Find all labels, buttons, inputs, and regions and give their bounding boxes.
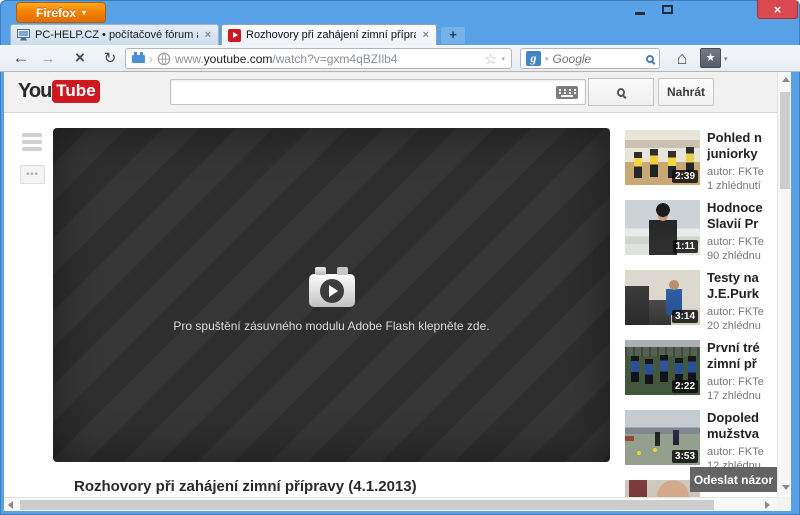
home-button[interactable]: ⌂ bbox=[670, 46, 694, 71]
youtube-search-input[interactable] bbox=[170, 79, 586, 105]
tab-pc-help[interactable]: PC-HELP.CZ • počítačové fórum a pc... × bbox=[10, 24, 219, 45]
search-engine-dropdown-icon[interactable]: ▾ bbox=[545, 55, 549, 63]
new-tab-button[interactable]: + bbox=[441, 27, 465, 44]
globe-icon bbox=[157, 52, 171, 65]
search-icon[interactable] bbox=[646, 54, 654, 63]
related-video-item[interactable]: 2:22 První tré zimní př autor: FKTe 17 z… bbox=[625, 340, 791, 402]
back-button[interactable]: ← bbox=[8, 45, 34, 71]
url-bar[interactable]: › www.youtube.com/watch?v=gxm4qBZIlb4 ☆ … bbox=[125, 48, 512, 69]
forward-button[interactable]: → bbox=[36, 45, 60, 71]
related-video-item[interactable]: 1:11 Hodnoce Slavií Pr autor: FKTe 90 zh… bbox=[625, 200, 791, 262]
close-icon: × bbox=[773, 1, 782, 17]
bookmark-star-icon[interactable]: ☆ bbox=[484, 50, 497, 68]
tab-title: Rozhovory při zahájení zimní přípravy... bbox=[246, 29, 416, 41]
google-favicon-icon[interactable]: g bbox=[526, 51, 541, 66]
duration-badge: 3:14 bbox=[671, 310, 698, 323]
duration-badge: 2:39 bbox=[671, 170, 698, 183]
scroll-up-icon[interactable] bbox=[782, 77, 790, 82]
url-domain: youtube.com bbox=[203, 51, 273, 66]
url-www: www. bbox=[175, 51, 204, 66]
url-path: /watch?v=gxm4qBZIlb4 bbox=[272, 51, 398, 66]
navigation-toolbar: ← → × ↻ › www.youtube.com/watch?v=gxm4qB… bbox=[0, 45, 800, 72]
maximize-icon bbox=[661, 5, 673, 14]
urlbar-dropdown-icon[interactable]: ▾ bbox=[501, 55, 505, 63]
scroll-down-icon[interactable] bbox=[782, 485, 790, 490]
duration-badge: 1:11 bbox=[672, 240, 698, 253]
search-input[interactable] bbox=[552, 51, 642, 66]
monitor-favicon-icon bbox=[17, 29, 30, 41]
titlebar: Firefox ▾ × bbox=[0, 0, 800, 24]
guide-expand-button[interactable]: ••• bbox=[20, 165, 45, 184]
guide-menu-icon[interactable] bbox=[22, 133, 42, 154]
duration-badge: 3:53 bbox=[671, 450, 698, 463]
scrollbar-corner bbox=[777, 497, 791, 511]
browser-window: Firefox ▾ × PC-HELP.CZ • počítačové fóru… bbox=[0, 0, 800, 515]
bookmarks-menu-button[interactable]: ★ bbox=[700, 48, 721, 68]
scroll-right-icon[interactable] bbox=[765, 501, 770, 509]
play-icon bbox=[319, 278, 344, 303]
maximize-button[interactable] bbox=[655, 0, 679, 19]
minimize-button[interactable] bbox=[628, 0, 652, 19]
chevron-right-icon: › bbox=[149, 51, 153, 66]
logo-tube: Tube bbox=[52, 80, 100, 103]
youtube-favicon-icon bbox=[228, 28, 241, 42]
bookmarks-dropdown-icon[interactable]: ▾ bbox=[724, 55, 728, 63]
duration-badge: 2:22 bbox=[671, 380, 698, 393]
tab-close-icon[interactable]: × bbox=[203, 29, 213, 41]
horizontal-scrollbar-thumb[interactable] bbox=[20, 500, 714, 510]
related-video-item[interactable]: 3:14 Testy na J.E.Purk autor: FKTe 20 zh… bbox=[625, 270, 791, 332]
tab-strip: PC-HELP.CZ • počítačové fórum a pc... × … bbox=[0, 24, 800, 45]
flash-activation-area[interactable]: Pro spuštění zásuvného modulu Adobe Flas… bbox=[53, 267, 610, 333]
tab-close-icon[interactable]: × bbox=[421, 29, 431, 41]
firefox-menu-button[interactable]: Firefox ▾ bbox=[16, 2, 106, 23]
vertical-scrollbar[interactable] bbox=[777, 72, 791, 497]
video-title: Rozhovory při zahájení zimní přípravy (4… bbox=[74, 478, 417, 495]
youtube-search-button[interactable] bbox=[588, 78, 654, 106]
reload-button[interactable]: ↻ bbox=[98, 45, 122, 71]
url-text[interactable]: www.youtube.com/watch?v=gxm4qBZIlb4 bbox=[175, 52, 480, 66]
logo-you: You bbox=[18, 80, 52, 102]
flash-message[interactable]: Pro spuštění zásuvného modulu Adobe Flas… bbox=[173, 319, 489, 333]
tab-title: PC-HELP.CZ • počítačové fórum a pc... bbox=[35, 29, 198, 41]
feedback-button[interactable]: Odeslat názor bbox=[690, 467, 777, 492]
youtube-logo[interactable]: You Tube bbox=[18, 80, 100, 103]
related-video-item[interactable]: 2:39 Pohled n juniorky autor: FKTe 1 zhl… bbox=[625, 130, 791, 192]
search-box[interactable]: g ▾ bbox=[520, 48, 660, 69]
plugin-notification-icon[interactable] bbox=[132, 51, 145, 63]
video-thumbnail[interactable]: 1:11 bbox=[625, 200, 700, 255]
horizontal-scrollbar[interactable] bbox=[4, 497, 777, 511]
video-player[interactable]: Pro spuštění zásuvného modulu Adobe Flas… bbox=[53, 128, 610, 462]
close-button[interactable]: × bbox=[757, 0, 798, 19]
video-thumbnail[interactable]: 3:53 bbox=[625, 410, 700, 465]
flash-plugin-icon[interactable] bbox=[308, 267, 355, 307]
tab-youtube-active[interactable]: Rozhovory při zahájení zimní přípravy...… bbox=[221, 24, 437, 45]
search-icon bbox=[617, 87, 625, 97]
firefox-menu-label: Firefox bbox=[35, 5, 76, 20]
chevron-down-icon: ▾ bbox=[82, 8, 87, 17]
related-video-item[interactable]: 3:53 Dopoled mužstva autor: FKTe 12 zhlé… bbox=[625, 410, 791, 472]
youtube-header: You Tube Nahrát bbox=[4, 72, 791, 113]
vertical-scrollbar-thumb[interactable] bbox=[780, 92, 790, 189]
page-viewport: You Tube Nahrát ••• Pro spuštění zásuvné… bbox=[4, 72, 791, 511]
stop-button[interactable]: × bbox=[68, 45, 92, 71]
scroll-left-icon[interactable] bbox=[8, 501, 13, 509]
minimize-icon bbox=[635, 12, 645, 15]
video-thumbnail[interactable]: 3:14 bbox=[625, 270, 700, 325]
upload-button[interactable]: Nahrát bbox=[658, 78, 714, 106]
keyboard-icon[interactable] bbox=[556, 86, 578, 99]
video-thumbnail[interactable]: 2:39 bbox=[625, 130, 700, 185]
video-thumbnail[interactable]: 2:22 bbox=[625, 340, 700, 395]
